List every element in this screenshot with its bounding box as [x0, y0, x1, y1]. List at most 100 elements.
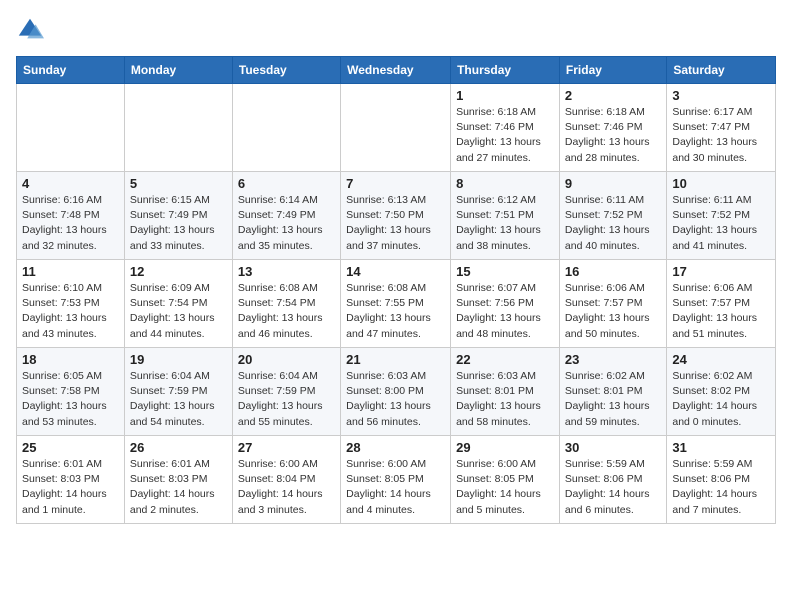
weekday-header-row: SundayMondayTuesdayWednesdayThursdayFrid… — [17, 57, 776, 84]
day-number: 6 — [238, 176, 335, 191]
day-number: 5 — [130, 176, 227, 191]
day-number: 19 — [130, 352, 227, 367]
day-number: 14 — [346, 264, 445, 279]
logo — [16, 16, 48, 44]
calendar-cell — [17, 84, 125, 172]
calendar-cell: 1 Sunrise: 6:18 AMSunset: 7:46 PMDaylight… — [451, 84, 560, 172]
day-info: Sunrise: 6:04 AMSunset: 7:59 PMDaylight:… — [238, 369, 335, 430]
calendar-cell: 30 Sunrise: 5:59 AMSunset: 8:06 PMDayligh… — [559, 436, 666, 524]
day-info: Sunrise: 6:01 AMSunset: 8:03 PMDaylight:… — [22, 457, 119, 518]
day-info: Sunrise: 6:03 AMSunset: 8:00 PMDaylight:… — [346, 369, 445, 430]
calendar-cell: 23Sunrise: 6:02 AMSunset: 8:01 PMDayligh… — [559, 348, 666, 436]
day-number: 21 — [346, 352, 445, 367]
day-info: Sunrise: 6:17 AMSunset: 7:47 PMDaylight:… — [672, 105, 770, 166]
calendar-cell: 24 Sunrise: 6:02 AMSunset: 8:02 PMDayligh… — [667, 348, 776, 436]
day-number: 12 — [130, 264, 227, 279]
day-number: 11 — [22, 264, 119, 279]
calendar-cell: 26Sunrise: 6:01 AMSunset: 8:03 PMDayligh… — [124, 436, 232, 524]
calendar-week-row: 4 Sunrise: 6:16 AMSunset: 7:48 PMDaylight… — [17, 172, 776, 260]
weekday-header-wednesday: Wednesday — [341, 57, 451, 84]
day-info: Sunrise: 6:08 AMSunset: 7:54 PMDaylight:… — [238, 281, 335, 342]
calendar-cell: 7 Sunrise: 6:13 AMSunset: 7:50 PMDaylight… — [341, 172, 451, 260]
calendar-cell: 31 Sunrise: 5:59 AMSunset: 8:06 PMDayligh… — [667, 436, 776, 524]
day-number: 4 — [22, 176, 119, 191]
weekday-header-thursday: Thursday — [451, 57, 560, 84]
day-info: Sunrise: 6:05 AMSunset: 7:58 PMDaylight:… — [22, 369, 119, 430]
day-info: Sunrise: 6:01 AMSunset: 8:03 PMDaylight:… — [130, 457, 227, 518]
day-number: 29 — [456, 440, 554, 455]
calendar-table: SundayMondayTuesdayWednesdayThursdayFrid… — [16, 56, 776, 524]
calendar-cell: 17Sunrise: 6:06 AMSunset: 7:57 PMDayligh… — [667, 260, 776, 348]
calendar-cell — [341, 84, 451, 172]
calendar-week-row: 18 Sunrise: 6:05 AMSunset: 7:58 PMDayligh… — [17, 348, 776, 436]
calendar-cell: 4 Sunrise: 6:16 AMSunset: 7:48 PMDaylight… — [17, 172, 125, 260]
day-info: Sunrise: 6:02 AMSunset: 8:01 PMDaylight:… — [565, 369, 661, 430]
weekday-header-sunday: Sunday — [17, 57, 125, 84]
page-header — [16, 16, 776, 44]
calendar-cell — [232, 84, 340, 172]
day-info: Sunrise: 6:18 AMSunset: 7:46 PMDaylight:… — [456, 105, 554, 166]
day-number: 22 — [456, 352, 554, 367]
day-number: 8 — [456, 176, 554, 191]
day-number: 28 — [346, 440, 445, 455]
calendar-cell: 20 Sunrise: 6:04 AMSunset: 7:59 PMDayligh… — [232, 348, 340, 436]
day-info: Sunrise: 6:11 AMSunset: 7:52 PMDaylight:… — [565, 193, 661, 254]
day-info: Sunrise: 6:06 AMSunset: 7:57 PMDaylight:… — [672, 281, 770, 342]
calendar-cell: 16Sunrise: 6:06 AMSunset: 7:57 PMDayligh… — [559, 260, 666, 348]
day-number: 3 — [672, 88, 770, 103]
day-info: Sunrise: 6:08 AMSunset: 7:55 PMDaylight:… — [346, 281, 445, 342]
calendar-cell: 27Sunrise: 6:00 AMSunset: 8:04 PMDayligh… — [232, 436, 340, 524]
calendar-cell: 6Sunrise: 6:14 AMSunset: 7:49 PMDaylight… — [232, 172, 340, 260]
calendar-cell: 25Sunrise: 6:01 AMSunset: 8:03 PMDayligh… — [17, 436, 125, 524]
day-number: 2 — [565, 88, 661, 103]
day-number: 18 — [22, 352, 119, 367]
weekday-header-friday: Friday — [559, 57, 666, 84]
day-info: Sunrise: 6:15 AMSunset: 7:49 PMDaylight:… — [130, 193, 227, 254]
day-info: Sunrise: 6:16 AMSunset: 7:48 PMDaylight:… — [22, 193, 119, 254]
day-number: 1 — [456, 88, 554, 103]
day-number: 30 — [565, 440, 661, 455]
logo-icon — [16, 16, 44, 44]
calendar-cell: 29 Sunrise: 6:00 AMSunset: 8:05 PMDayligh… — [451, 436, 560, 524]
day-number: 7 — [346, 176, 445, 191]
day-info: Sunrise: 6:13 AMSunset: 7:50 PMDaylight:… — [346, 193, 445, 254]
day-number: 10 — [672, 176, 770, 191]
weekday-header-tuesday: Tuesday — [232, 57, 340, 84]
day-number: 20 — [238, 352, 335, 367]
day-info: Sunrise: 6:04 AMSunset: 7:59 PMDaylight:… — [130, 369, 227, 430]
day-info: Sunrise: 6:00 AMSunset: 8:05 PMDaylight:… — [346, 457, 445, 518]
calendar-cell: 9 Sunrise: 6:11 AMSunset: 7:52 PMDaylight… — [559, 172, 666, 260]
calendar-cell: 18 Sunrise: 6:05 AMSunset: 7:58 PMDayligh… — [17, 348, 125, 436]
calendar-week-row: 1 Sunrise: 6:18 AMSunset: 7:46 PMDaylight… — [17, 84, 776, 172]
calendar-cell: 21 Sunrise: 6:03 AMSunset: 8:00 PMDayligh… — [341, 348, 451, 436]
day-info: Sunrise: 6:02 AMSunset: 8:02 PMDaylight:… — [672, 369, 770, 430]
day-number: 31 — [672, 440, 770, 455]
calendar-week-row: 11 Sunrise: 6:10 AMSunset: 7:53 PMDayligh… — [17, 260, 776, 348]
calendar-cell: 14 Sunrise: 6:08 AMSunset: 7:55 PMDayligh… — [341, 260, 451, 348]
day-number: 24 — [672, 352, 770, 367]
day-info: Sunrise: 6:18 AMSunset: 7:46 PMDaylight:… — [565, 105, 661, 166]
calendar-cell: 22 Sunrise: 6:03 AMSunset: 8:01 PMDayligh… — [451, 348, 560, 436]
weekday-header-monday: Monday — [124, 57, 232, 84]
calendar-cell: 10 Sunrise: 6:11 AMSunset: 7:52 PMDayligh… — [667, 172, 776, 260]
day-info: Sunrise: 5:59 AMSunset: 8:06 PMDaylight:… — [565, 457, 661, 518]
calendar-cell: 19 Sunrise: 6:04 AMSunset: 7:59 PMDayligh… — [124, 348, 232, 436]
day-number: 13 — [238, 264, 335, 279]
day-info: Sunrise: 6:06 AMSunset: 7:57 PMDaylight:… — [565, 281, 661, 342]
day-info: Sunrise: 6:07 AMSunset: 7:56 PMDaylight:… — [456, 281, 554, 342]
calendar-cell — [124, 84, 232, 172]
weekday-header-saturday: Saturday — [667, 57, 776, 84]
calendar-week-row: 25Sunrise: 6:01 AMSunset: 8:03 PMDayligh… — [17, 436, 776, 524]
day-info: Sunrise: 6:03 AMSunset: 8:01 PMDaylight:… — [456, 369, 554, 430]
day-number: 15 — [456, 264, 554, 279]
day-number: 9 — [565, 176, 661, 191]
day-info: Sunrise: 5:59 AMSunset: 8:06 PMDaylight:… — [672, 457, 770, 518]
day-info: Sunrise: 6:11 AMSunset: 7:52 PMDaylight:… — [672, 193, 770, 254]
day-info: Sunrise: 6:10 AMSunset: 7:53 PMDaylight:… — [22, 281, 119, 342]
day-info: Sunrise: 6:00 AMSunset: 8:05 PMDaylight:… — [456, 457, 554, 518]
calendar-cell: 3 Sunrise: 6:17 AMSunset: 7:47 PMDaylight… — [667, 84, 776, 172]
calendar-cell: 8Sunrise: 6:12 AMSunset: 7:51 PMDaylight… — [451, 172, 560, 260]
calendar-cell: 15 Sunrise: 6:07 AMSunset: 7:56 PMDayligh… — [451, 260, 560, 348]
calendar-cell: 11 Sunrise: 6:10 AMSunset: 7:53 PMDayligh… — [17, 260, 125, 348]
day-info: Sunrise: 6:00 AMSunset: 8:04 PMDaylight:… — [238, 457, 335, 518]
